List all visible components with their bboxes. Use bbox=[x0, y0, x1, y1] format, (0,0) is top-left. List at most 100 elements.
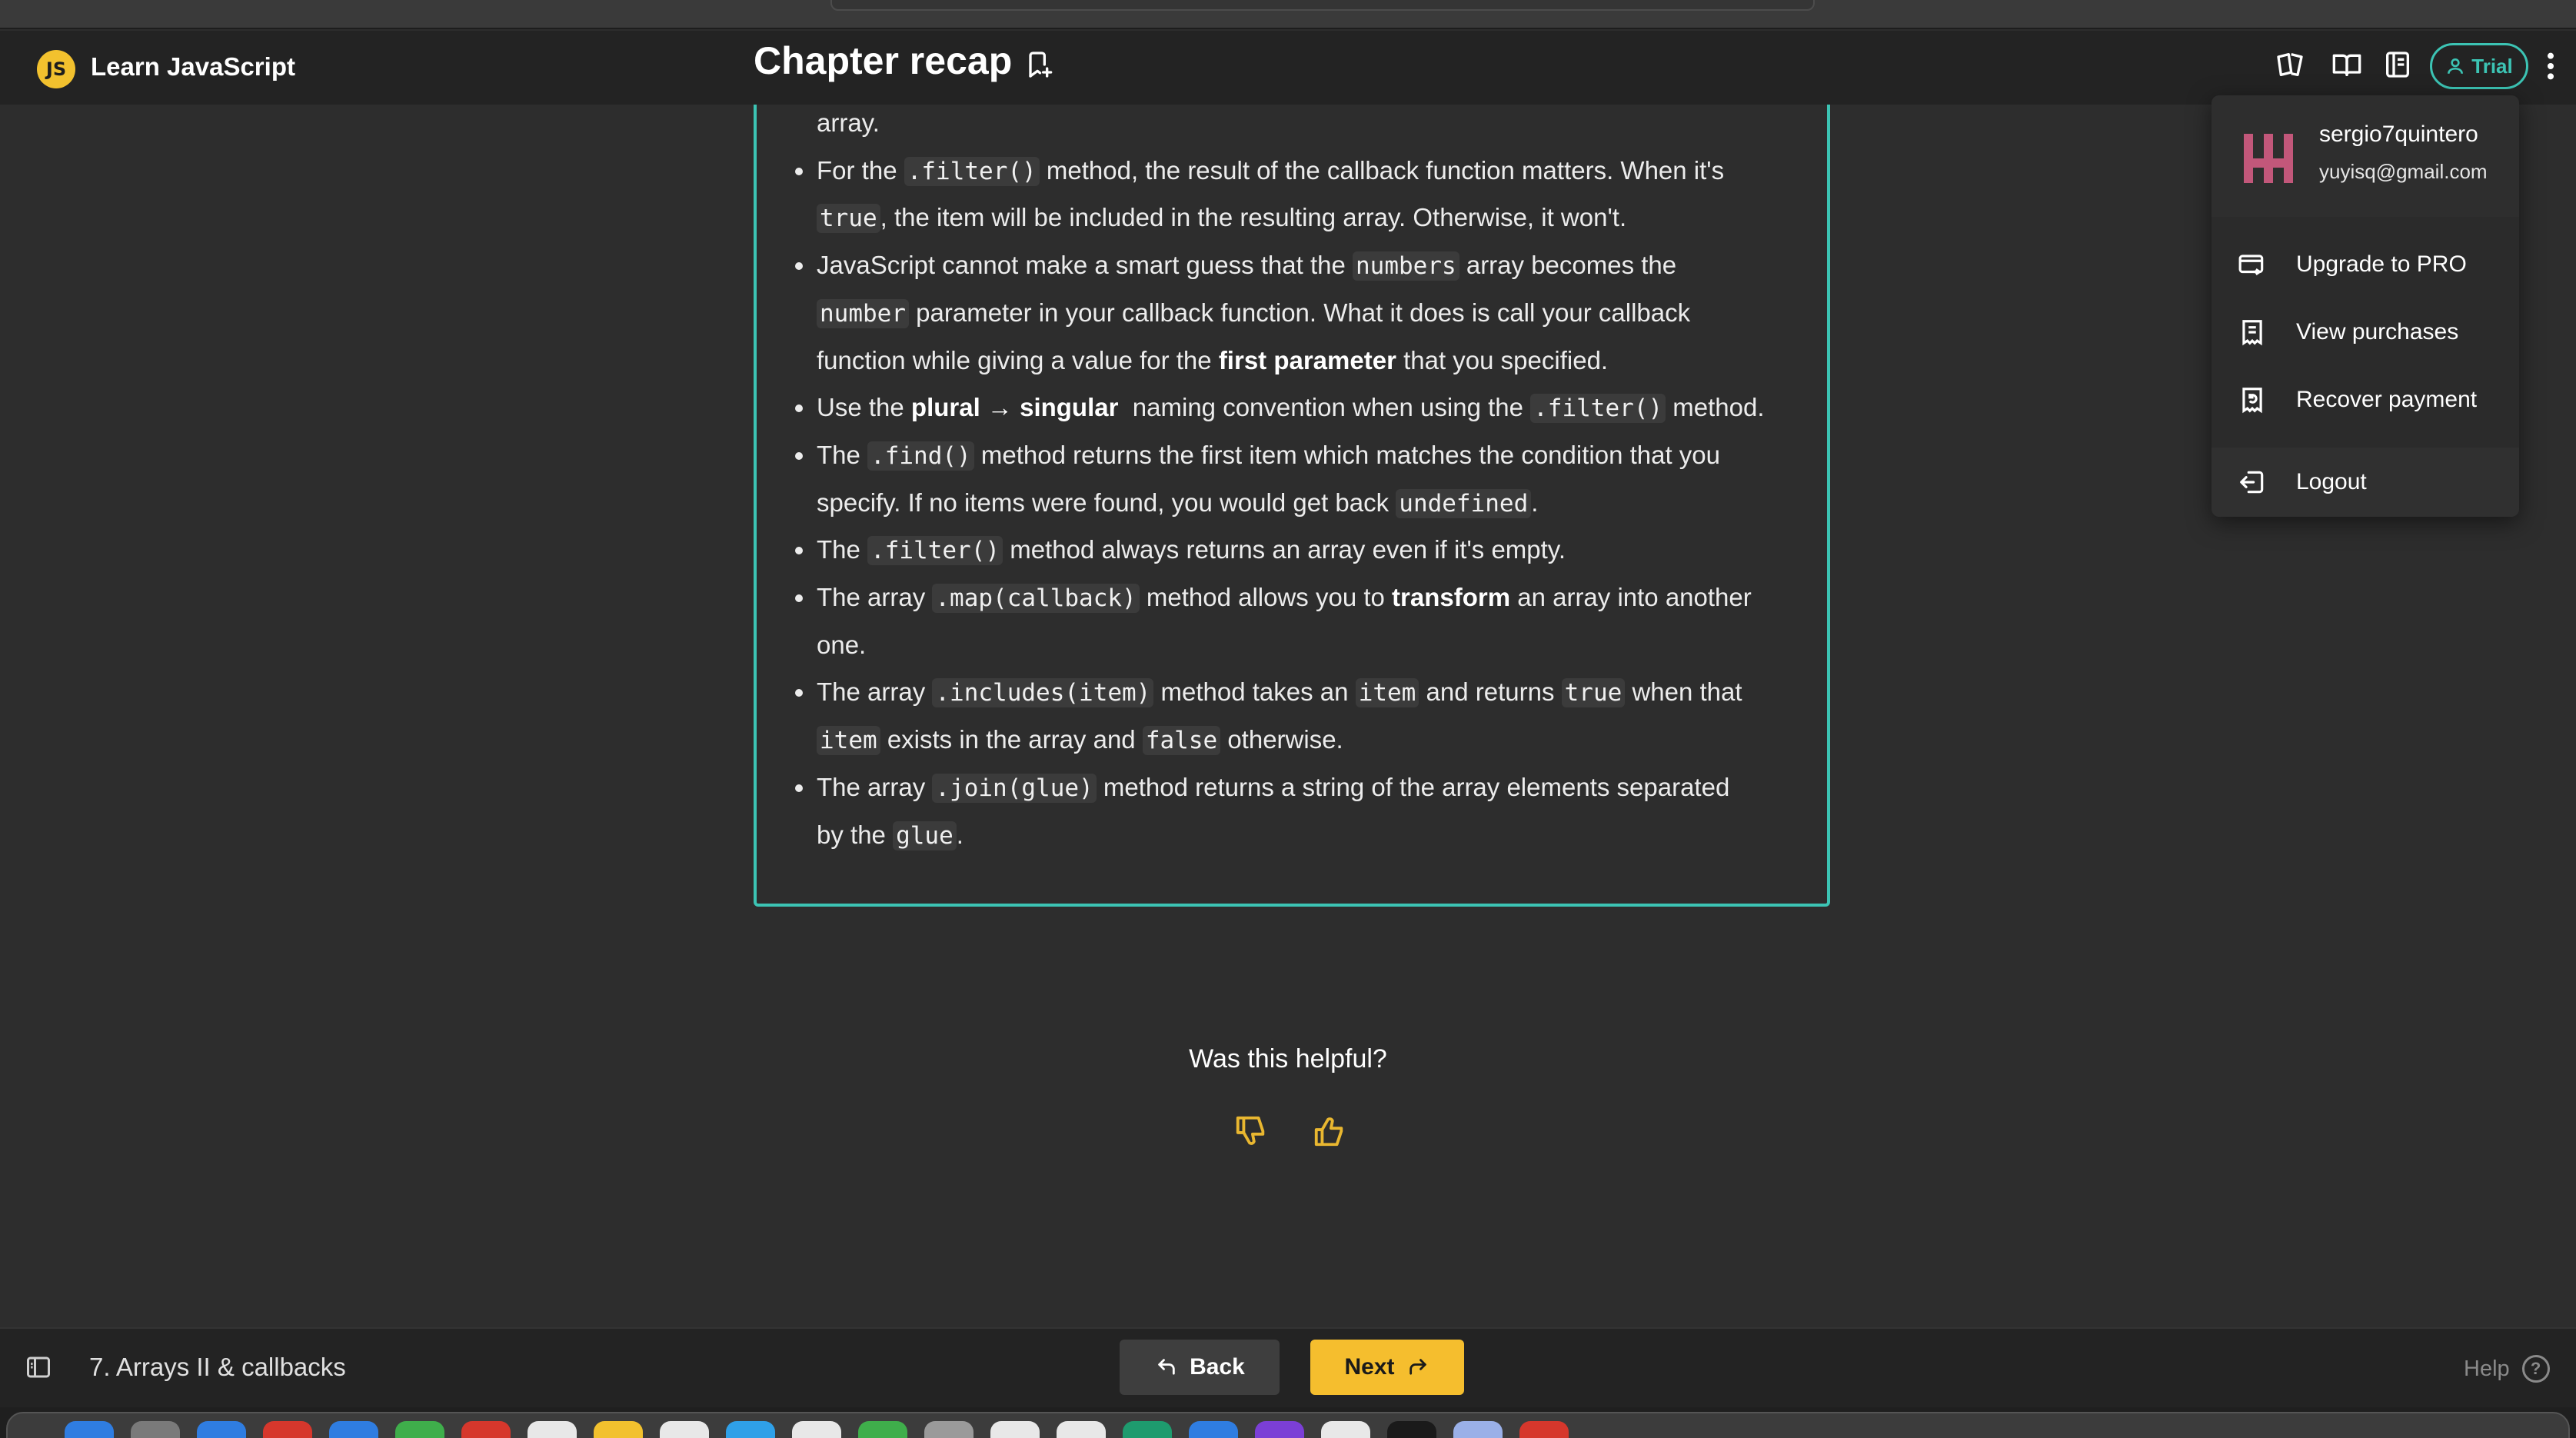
recap-text: that you specified. bbox=[1396, 345, 1609, 374]
thumbs-up-icon[interactable] bbox=[1312, 1113, 1347, 1149]
bookmark-add-icon[interactable] bbox=[1023, 49, 1053, 80]
bullet-dot bbox=[795, 689, 803, 697]
address-bar[interactable] bbox=[830, 0, 1815, 11]
recap-text: method always returns an array even if i… bbox=[1003, 535, 1566, 564]
menu-item-logout[interactable]: Logout bbox=[2212, 448, 2519, 517]
menu-item-label: Recover payment bbox=[2296, 387, 2478, 412]
book-icon[interactable] bbox=[2331, 49, 2362, 80]
menu-item-purchases[interactable]: View purchases bbox=[2212, 301, 2519, 363]
bullet-dot bbox=[795, 547, 803, 555]
dock-app-icon[interactable] bbox=[1387, 1421, 1436, 1438]
menu-item-recover-payment[interactable]: Recover payment bbox=[2212, 369, 2519, 431]
recap-text: naming convention when using the bbox=[1118, 393, 1531, 422]
dock-app-icon[interactable] bbox=[924, 1421, 973, 1438]
chapter-label[interactable]: 7. Arrays II & callbacks bbox=[89, 1353, 346, 1382]
inline-code: numbers bbox=[1353, 251, 1459, 281]
dock-app-icon[interactable] bbox=[660, 1421, 709, 1438]
dock-app-icon[interactable] bbox=[1255, 1421, 1304, 1438]
inline-code: true bbox=[1561, 678, 1626, 708]
inline-code: item bbox=[817, 726, 880, 756]
trial-label: Trial bbox=[2471, 54, 2513, 78]
user-icon bbox=[2448, 58, 2464, 74]
user-profile: sergio7quintero yuyisq@gmail.com bbox=[2212, 95, 2519, 217]
receipt-icon bbox=[2242, 320, 2262, 346]
dock-app-icon[interactable] bbox=[131, 1421, 180, 1438]
trial-button[interactable]: Trial bbox=[2430, 43, 2528, 89]
recap-text: The array bbox=[817, 677, 933, 707]
bullet-dot bbox=[795, 167, 803, 175]
back-label: Back bbox=[1190, 1354, 1245, 1380]
recap-text: The array bbox=[817, 772, 933, 801]
dock-app-icon[interactable] bbox=[990, 1421, 1040, 1438]
dock-app-icon[interactable] bbox=[726, 1421, 775, 1438]
dock-app-icon[interactable] bbox=[395, 1421, 444, 1438]
recap-text: For the bbox=[817, 155, 904, 185]
recap-text: Use the bbox=[817, 393, 911, 422]
inline-code: number bbox=[817, 298, 909, 328]
os-dock bbox=[0, 1407, 2576, 1438]
footer-bar bbox=[0, 1327, 2576, 1407]
app-name[interactable]: Learn JavaScript bbox=[91, 52, 295, 82]
bullet-dot bbox=[795, 784, 803, 792]
recap-line: Use the plural → singular naming convent… bbox=[795, 392, 1765, 424]
dock-app-icon[interactable] bbox=[1453, 1421, 1503, 1438]
more-options-icon[interactable] bbox=[2541, 51, 2560, 82]
help-icon: ? bbox=[2521, 1355, 2550, 1383]
recap-line: The array .map(callback) method allows y… bbox=[795, 582, 1752, 614]
dock-app-icon[interactable] bbox=[1321, 1421, 1370, 1438]
cards-icon[interactable] bbox=[2275, 49, 2305, 80]
dock-app-icon[interactable] bbox=[528, 1421, 577, 1438]
recap-line: item exists in the array and false other… bbox=[817, 724, 1343, 756]
bullet-dot bbox=[795, 404, 803, 413]
thumbs-down-icon[interactable] bbox=[1233, 1113, 1269, 1149]
dock-app-icon[interactable] bbox=[858, 1421, 907, 1438]
next-label: Next bbox=[1344, 1354, 1395, 1380]
dock-app-icon[interactable] bbox=[1057, 1421, 1106, 1438]
recap-text: array. bbox=[817, 108, 880, 137]
recap-text: array becomes the bbox=[1459, 251, 1677, 280]
recap-text: exists in the array and bbox=[880, 725, 1143, 754]
app-header bbox=[0, 31, 2576, 105]
emphasis-text: transform bbox=[1392, 583, 1511, 611]
dock-app-icon[interactable] bbox=[1519, 1421, 1569, 1438]
user-menu: sergio7quintero yuyisq@gmail.com Upgrade… bbox=[2212, 95, 2519, 517]
dock-app-icon[interactable] bbox=[65, 1421, 114, 1438]
recap-text: method allows you to bbox=[1139, 583, 1393, 611]
dock-app-icon[interactable] bbox=[1189, 1421, 1238, 1438]
dock-app-icon[interactable] bbox=[263, 1421, 312, 1438]
recap-line: The .find() method returns the first ite… bbox=[795, 440, 1721, 471]
recap-text: parameter in your callback function. Wha… bbox=[908, 298, 1691, 327]
back-button[interactable]: Back bbox=[1120, 1340, 1280, 1395]
recap-text: method returns the first item which matc… bbox=[973, 440, 1721, 469]
recap-text: when that bbox=[1625, 677, 1742, 707]
emphasis-text: plural → singular bbox=[910, 393, 1119, 422]
dock-app-icon[interactable] bbox=[792, 1421, 841, 1438]
recap-line: JavaScript cannot make a smart guess tha… bbox=[795, 250, 1677, 281]
bullet-dot bbox=[795, 262, 803, 271]
notes-icon[interactable] bbox=[2382, 49, 2413, 80]
recap-line: array. bbox=[817, 108, 880, 138]
recap-line: function while giving a value for the fi… bbox=[817, 345, 1608, 376]
dock-app-icon[interactable] bbox=[594, 1421, 643, 1438]
inline-code: .filter() bbox=[1530, 394, 1666, 424]
next-button[interactable]: Next bbox=[1310, 1340, 1464, 1395]
menu-item-upgrade[interactable]: Upgrade to PRO bbox=[2212, 234, 2519, 295]
help-link[interactable]: Help ? bbox=[2464, 1355, 2550, 1383]
recap-text: The bbox=[817, 440, 868, 469]
back-arrow-icon bbox=[1158, 1359, 1175, 1375]
inline-code: .filter() bbox=[867, 536, 1003, 566]
sidebar-toggle-icon[interactable] bbox=[25, 1353, 52, 1381]
recap-line: true, the item will be included in the r… bbox=[817, 202, 1626, 234]
dock-app-icon[interactable] bbox=[1123, 1421, 1172, 1438]
recap-text: The bbox=[817, 535, 868, 564]
dock-app-icon[interactable] bbox=[461, 1421, 511, 1438]
recap-text: function while giving a value for the bbox=[817, 345, 1219, 374]
inline-code: item bbox=[1355, 678, 1419, 708]
recap-text: one. bbox=[817, 630, 867, 659]
recap-card: array. For the .filter() method, the resu… bbox=[754, 105, 1830, 907]
avatar bbox=[2238, 128, 2299, 189]
dock-app-icon[interactable] bbox=[197, 1421, 246, 1438]
dock-app-icon[interactable] bbox=[329, 1421, 378, 1438]
logout-icon bbox=[2240, 471, 2264, 494]
recap-text: method. bbox=[1666, 393, 1765, 422]
